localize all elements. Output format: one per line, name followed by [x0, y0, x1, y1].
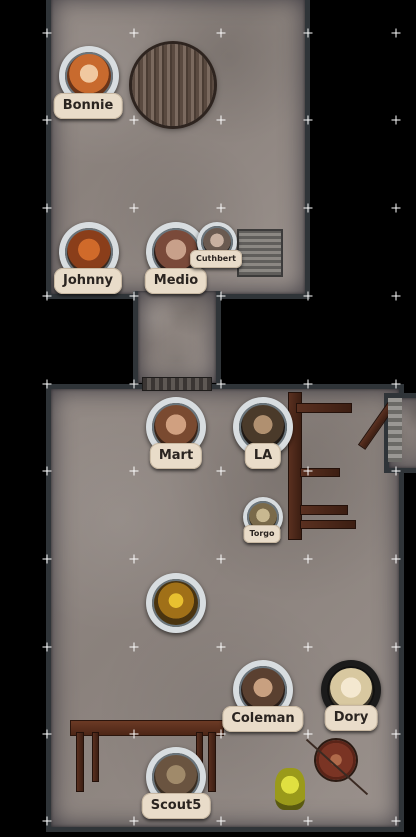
door-icon[interactable] [142, 377, 212, 391]
label-mart[interactable]: Mart [149, 443, 203, 469]
label-torgo[interactable]: Torgo [243, 525, 281, 543]
grid-marker [391, 203, 401, 213]
table-leg-1 [76, 732, 84, 792]
beam-horizontal-3 [300, 505, 348, 515]
beam-horizontal-2 [300, 468, 340, 477]
beam-horizontal-1 [296, 403, 352, 413]
label-coleman[interactable]: Coleman [222, 706, 304, 732]
label-johnny[interactable]: Johnny [53, 268, 123, 294]
grid-marker [391, 291, 401, 301]
corridor [133, 291, 221, 383]
monster-icon [152, 579, 200, 627]
grid-marker [391, 28, 401, 38]
label-medio[interactable]: Medio [144, 268, 208, 294]
map-canvas[interactable]: Bonnie Johnny Medio Cuthbert Mart LA Tor… [0, 0, 416, 837]
table-leg-4 [208, 732, 216, 792]
token-monster[interactable] [146, 573, 206, 633]
barrel-icon[interactable] [132, 44, 214, 126]
label-la[interactable]: LA [244, 443, 282, 469]
idol-icon[interactable] [275, 768, 305, 810]
table-leg-2 [92, 732, 99, 782]
crate-icon[interactable] [237, 229, 283, 277]
label-cuthbert[interactable]: Cuthbert [189, 250, 243, 268]
label-scout5[interactable]: Scout5 [141, 793, 211, 819]
grid-marker [391, 115, 401, 125]
beam-horizontal-4 [300, 520, 356, 529]
shield-icon[interactable] [316, 740, 356, 780]
label-dory[interactable]: Dory [324, 705, 378, 731]
label-bonnie[interactable]: Bonnie [53, 93, 123, 119]
pillar-icon [388, 398, 402, 462]
